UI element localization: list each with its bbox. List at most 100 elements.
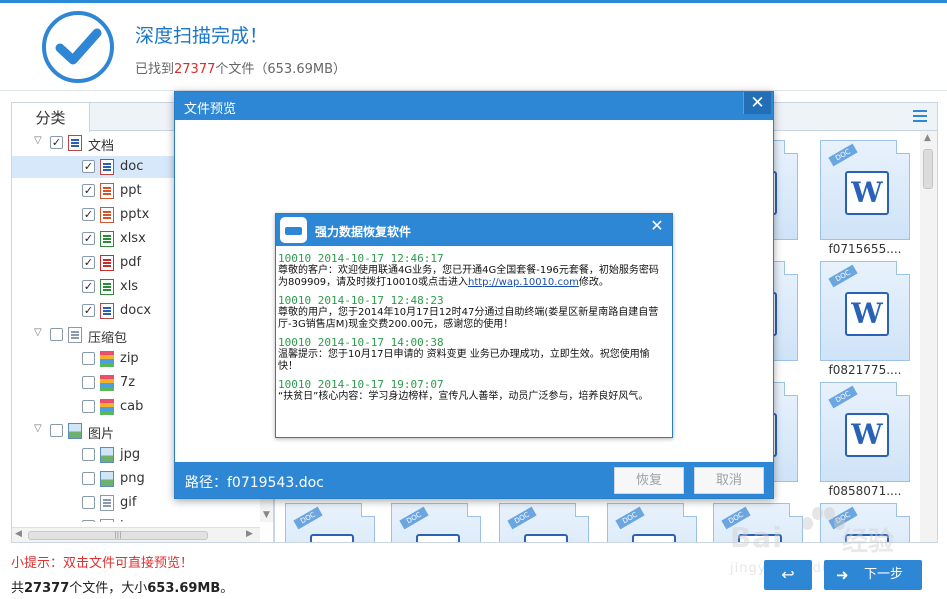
sms-message-header: 10010 2014-10-17 14:00:38 xyxy=(278,336,444,349)
app-logo-icon xyxy=(280,217,307,243)
checkbox[interactable]: ✓ xyxy=(82,208,95,221)
sms-message-header: 10010 2014-10-17 12:46:17 xyxy=(278,252,444,265)
expand-arrow-icon[interactable]: ▽ xyxy=(34,327,46,339)
doc-file-icon xyxy=(100,159,114,175)
tree-horizontal-scrollbar[interactable]: ◀ ||| ▶ xyxy=(12,527,260,542)
expand-arrow-icon[interactable]: ▽ xyxy=(34,423,46,435)
restore-button[interactable]: 恢复 xyxy=(614,467,684,494)
expand-arrow-icon[interactable]: ▽ xyxy=(34,135,46,147)
file-tile[interactable]: DOCW xyxy=(607,503,697,542)
file-name: f0715655.... xyxy=(828,242,902,256)
checkbox[interactable]: ✓ xyxy=(82,232,95,245)
file-tile[interactable]: DOCW xyxy=(499,503,589,542)
back-button[interactable]: ↩ xyxy=(764,560,812,590)
checkbox[interactable] xyxy=(82,472,95,485)
close-icon[interactable]: ✕ xyxy=(743,92,771,114)
preview-image-sms-window: 强力数据恢复软件 ✕ 10010 2014-10-17 12:46:17 尊敬的客… xyxy=(275,213,673,438)
docx-file-icon xyxy=(100,303,114,319)
tree-item-label: docx xyxy=(120,303,152,318)
paw-icon xyxy=(800,507,845,545)
tab-category[interactable]: 分类 xyxy=(12,103,90,132)
file-tile[interactable]: DOC W f0858071.... xyxy=(820,382,910,499)
png-file-icon xyxy=(100,471,114,487)
checkbox[interactable] xyxy=(82,400,95,413)
sms-link: http://wap.10010.com xyxy=(468,277,579,288)
scroll-right-icon[interactable]: ▶ xyxy=(246,529,253,539)
checkbox[interactable] xyxy=(50,328,63,341)
files-total-summary: 共27377个文件，大小653.69MB。 xyxy=(11,581,234,596)
tree-item-label: doc xyxy=(120,159,144,174)
ico-file-icon xyxy=(100,519,114,522)
undo-arrow-icon: ↩ xyxy=(781,565,795,584)
file-name: f0858071.... xyxy=(828,484,902,498)
word-document-icon: DOCW xyxy=(391,503,481,542)
scroll-up-icon[interactable]: ▲ xyxy=(924,133,931,143)
sms-message-list: 10010 2014-10-17 12:46:17 尊敬的客户：欢迎使用联通4G业… xyxy=(276,246,672,437)
checkbox[interactable] xyxy=(82,520,95,522)
checkbox[interactable]: ✓ xyxy=(82,184,95,197)
checkbox[interactable]: ✓ xyxy=(82,280,95,293)
checkbox[interactable]: ✓ xyxy=(50,136,63,149)
pptx-file-icon xyxy=(100,207,114,223)
scroll-left-icon[interactable]: ◀ xyxy=(15,529,22,539)
checkbox[interactable] xyxy=(82,448,95,461)
checkbox[interactable] xyxy=(82,376,95,389)
file-tile[interactable]: DOCW xyxy=(391,503,481,542)
app-window: 深度扫描完成！ 已找到27377个文件（653.69MB） 分类 ▽ ✓ 文档 ✓ do… xyxy=(0,0,947,599)
file-name: f0821775.... xyxy=(828,363,902,377)
tree-item-label: 7z xyxy=(120,375,136,390)
word-document-icon: DOCW xyxy=(820,382,910,482)
tree-item-label: 图片 xyxy=(88,427,115,442)
sms-message-header: 10010 2014-10-17 12:48:23 xyxy=(278,294,444,307)
scroll-down-icon[interactable]: ▼ xyxy=(263,510,270,520)
tree-item-label: cab xyxy=(120,399,144,414)
tree-item-label: 文档 xyxy=(88,139,115,154)
checkbox[interactable] xyxy=(82,496,95,509)
checkbox[interactable]: ✓ xyxy=(82,160,95,173)
scrollbar-thumb[interactable]: ||| xyxy=(28,531,208,540)
tree-item-label: pdf xyxy=(120,255,142,270)
forward-arrow-icon: ➜ xyxy=(836,566,849,584)
ppt-file-icon xyxy=(100,183,114,199)
zip-file-icon xyxy=(100,351,114,367)
tree-item-label: zip xyxy=(120,351,139,366)
grid-vertical-scrollbar[interactable]: ▲ xyxy=(920,131,937,542)
tree-item-label: gif xyxy=(120,495,137,510)
sms-message: 10010 2014-10-17 12:48:23 尊敬的用户，您于2014年10… xyxy=(278,294,672,331)
dialog-footer: 路径：f0719543.doc 恢复 取消 xyxy=(175,462,773,498)
scrollbar-thumb[interactable] xyxy=(923,149,933,189)
word-document-icon: DOCW xyxy=(499,503,589,542)
xls-file-icon xyxy=(100,279,114,295)
jpg-file-icon xyxy=(100,447,114,463)
checkbox[interactable] xyxy=(50,424,63,437)
cancel-button[interactable]: 取消 xyxy=(694,467,764,494)
file-tile[interactable]: DOC W f0821775.... xyxy=(820,261,910,378)
next-step-button[interactable]: ➜ 下一步 xyxy=(824,560,922,590)
scan-result-header: 深度扫描完成！ 已找到27377个文件（653.69MB） xyxy=(0,3,947,91)
tree-item-label: ico xyxy=(120,519,139,522)
checkbox[interactable] xyxy=(82,352,95,365)
word-document-icon: DOCW xyxy=(607,503,697,542)
sms-message-text: 尊敬的客户：欢迎使用联通4G业务，您已开通4G全国套餐-196元套餐，初始服务密… xyxy=(278,265,659,288)
image-icon xyxy=(68,423,82,439)
tip-text: 小提示：双击文件可直接预览！ xyxy=(11,556,194,571)
sms-message-text: “扶贫日”核心内容：学习身边榜样，宣传凡人善举，动员广泛参与，培养良好风气。 xyxy=(278,391,649,402)
success-check-icon xyxy=(42,11,114,83)
file-tile[interactable]: DOC W f0715655.... xyxy=(820,140,910,257)
checkbox[interactable]: ✓ xyxy=(82,256,95,269)
checkbox[interactable]: ✓ xyxy=(82,304,95,317)
sms-message: 10010 2014-10-17 19:07:07 “扶贫日”核心内容：学习身边榜… xyxy=(278,378,672,403)
tree-item-label: ppt xyxy=(120,183,142,198)
archive-icon xyxy=(68,327,82,343)
gif-file-icon xyxy=(100,495,114,511)
view-menu-icon[interactable] xyxy=(913,110,927,122)
dialog-title: 文件预览 xyxy=(184,102,237,117)
tree-item-label: xls xyxy=(120,279,139,294)
file-preview-dialog: 文件预览 ✕ 强力数据恢复软件 ✕ 10010 2014-10-17 12:46… xyxy=(174,91,774,499)
file-tile[interactable]: DOCW xyxy=(285,503,375,542)
tree-item-ico[interactable]: ico xyxy=(12,516,260,522)
scan-complete-title: 深度扫描完成！ xyxy=(135,25,269,47)
dialog-title-bar: 文件预览 ✕ xyxy=(175,92,773,120)
word-document-icon: DOCW xyxy=(820,140,910,240)
sms-message: 10010 2014-10-17 14:00:38 温馨提示：您于10月17日申请… xyxy=(278,336,672,373)
